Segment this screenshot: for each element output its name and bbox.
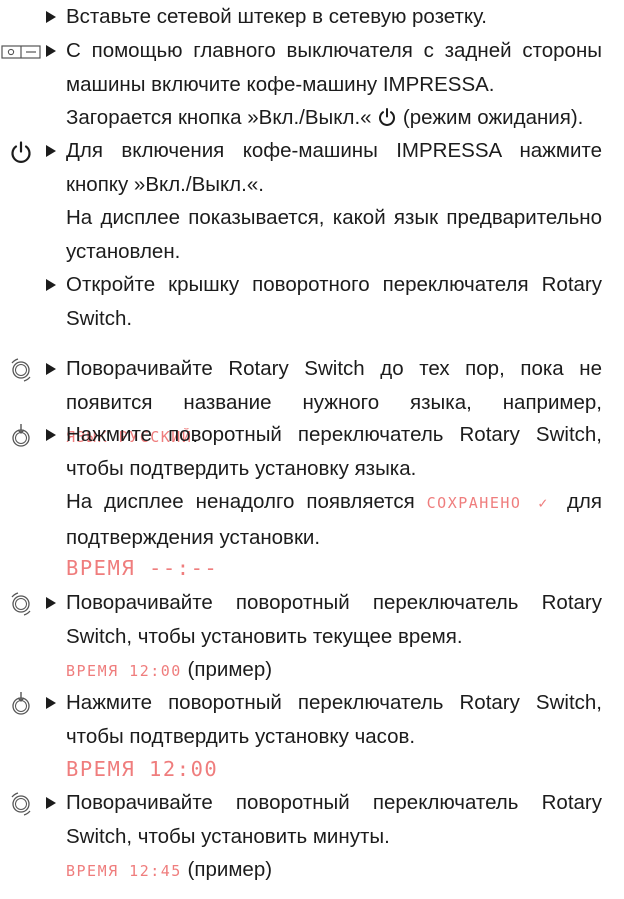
step-note: На дисплее показывается, какой язык пред… — [66, 206, 602, 263]
step-text: Поворачивайте поворотный переключатель R… — [66, 791, 602, 848]
step-text: Нажмите поворотный переключатель Rotary … — [66, 423, 602, 480]
step-note: ВРЕМЯ 12:45 (пример) — [66, 853, 602, 889]
bullet-arrow — [46, 11, 56, 23]
step-text: Откройте крышку поворотного переключател… — [66, 273, 602, 330]
rotary-turn-icon — [0, 786, 42, 822]
step-text: С помощью главного выключателя с задней … — [66, 39, 602, 96]
step-text: Нажмите поворотный переключатель Rotary … — [66, 691, 602, 748]
bullet-arrow — [46, 145, 56, 157]
main-switch-icon — [0, 34, 42, 70]
step-note: ВРЕМЯ 12:00 (пример) — [66, 653, 602, 689]
note-text: На дисплее ненадолго появляется — [66, 490, 427, 513]
bullet-arrow — [46, 363, 56, 375]
power-icon — [0, 134, 42, 170]
instruction-page: Вставьте сетевой штекер в сетевую розетк… — [0, 0, 624, 899]
display-time: ВРЕМЯ 12:00 — [66, 757, 219, 781]
bullet-arrow — [46, 697, 56, 709]
bullet-arrow — [46, 279, 56, 291]
step-text: Для включения кофе-машины IMPRESSA нажми… — [66, 139, 602, 196]
bullet-arrow — [46, 597, 56, 609]
power-icon — [377, 107, 397, 127]
note-text: (пример) — [181, 858, 273, 881]
note-text: Загорается кнопка »Вкл./Выкл.« — [66, 106, 378, 129]
display-time: ВРЕМЯ 12:45 — [66, 862, 182, 880]
rotary-press-icon — [0, 686, 42, 722]
step-note: Загорается кнопка »Вкл./Выкл.« (режим ож… — [66, 101, 602, 135]
note-text: (режим ожидания). — [397, 106, 584, 129]
bullet-arrow — [46, 429, 56, 441]
bullet-arrow — [46, 45, 56, 57]
note-text: (пример) — [181, 658, 273, 681]
rotary-turn-icon — [0, 352, 42, 388]
bullet-arrow — [46, 797, 56, 809]
display-saved: СОХРАНЕНО ✓ — [426, 494, 556, 512]
step-text-part: Поворачивайте Rotary Switch до тех пор, … — [66, 357, 602, 414]
rotary-press-icon — [0, 418, 42, 454]
step-text: Поворачивайте поворотный переключатель R… — [66, 591, 602, 648]
display-time: ВРЕМЯ 12:00 — [66, 662, 182, 680]
display-time-empty: ВРЕМЯ --:-- — [66, 556, 219, 580]
step-note: На дисплее ненадолго появляется СОХРАНЕН… — [66, 485, 602, 554]
step-text: Вставьте сетевой штекер в сетевую розетк… — [66, 5, 487, 28]
rotary-turn-icon — [0, 586, 42, 622]
